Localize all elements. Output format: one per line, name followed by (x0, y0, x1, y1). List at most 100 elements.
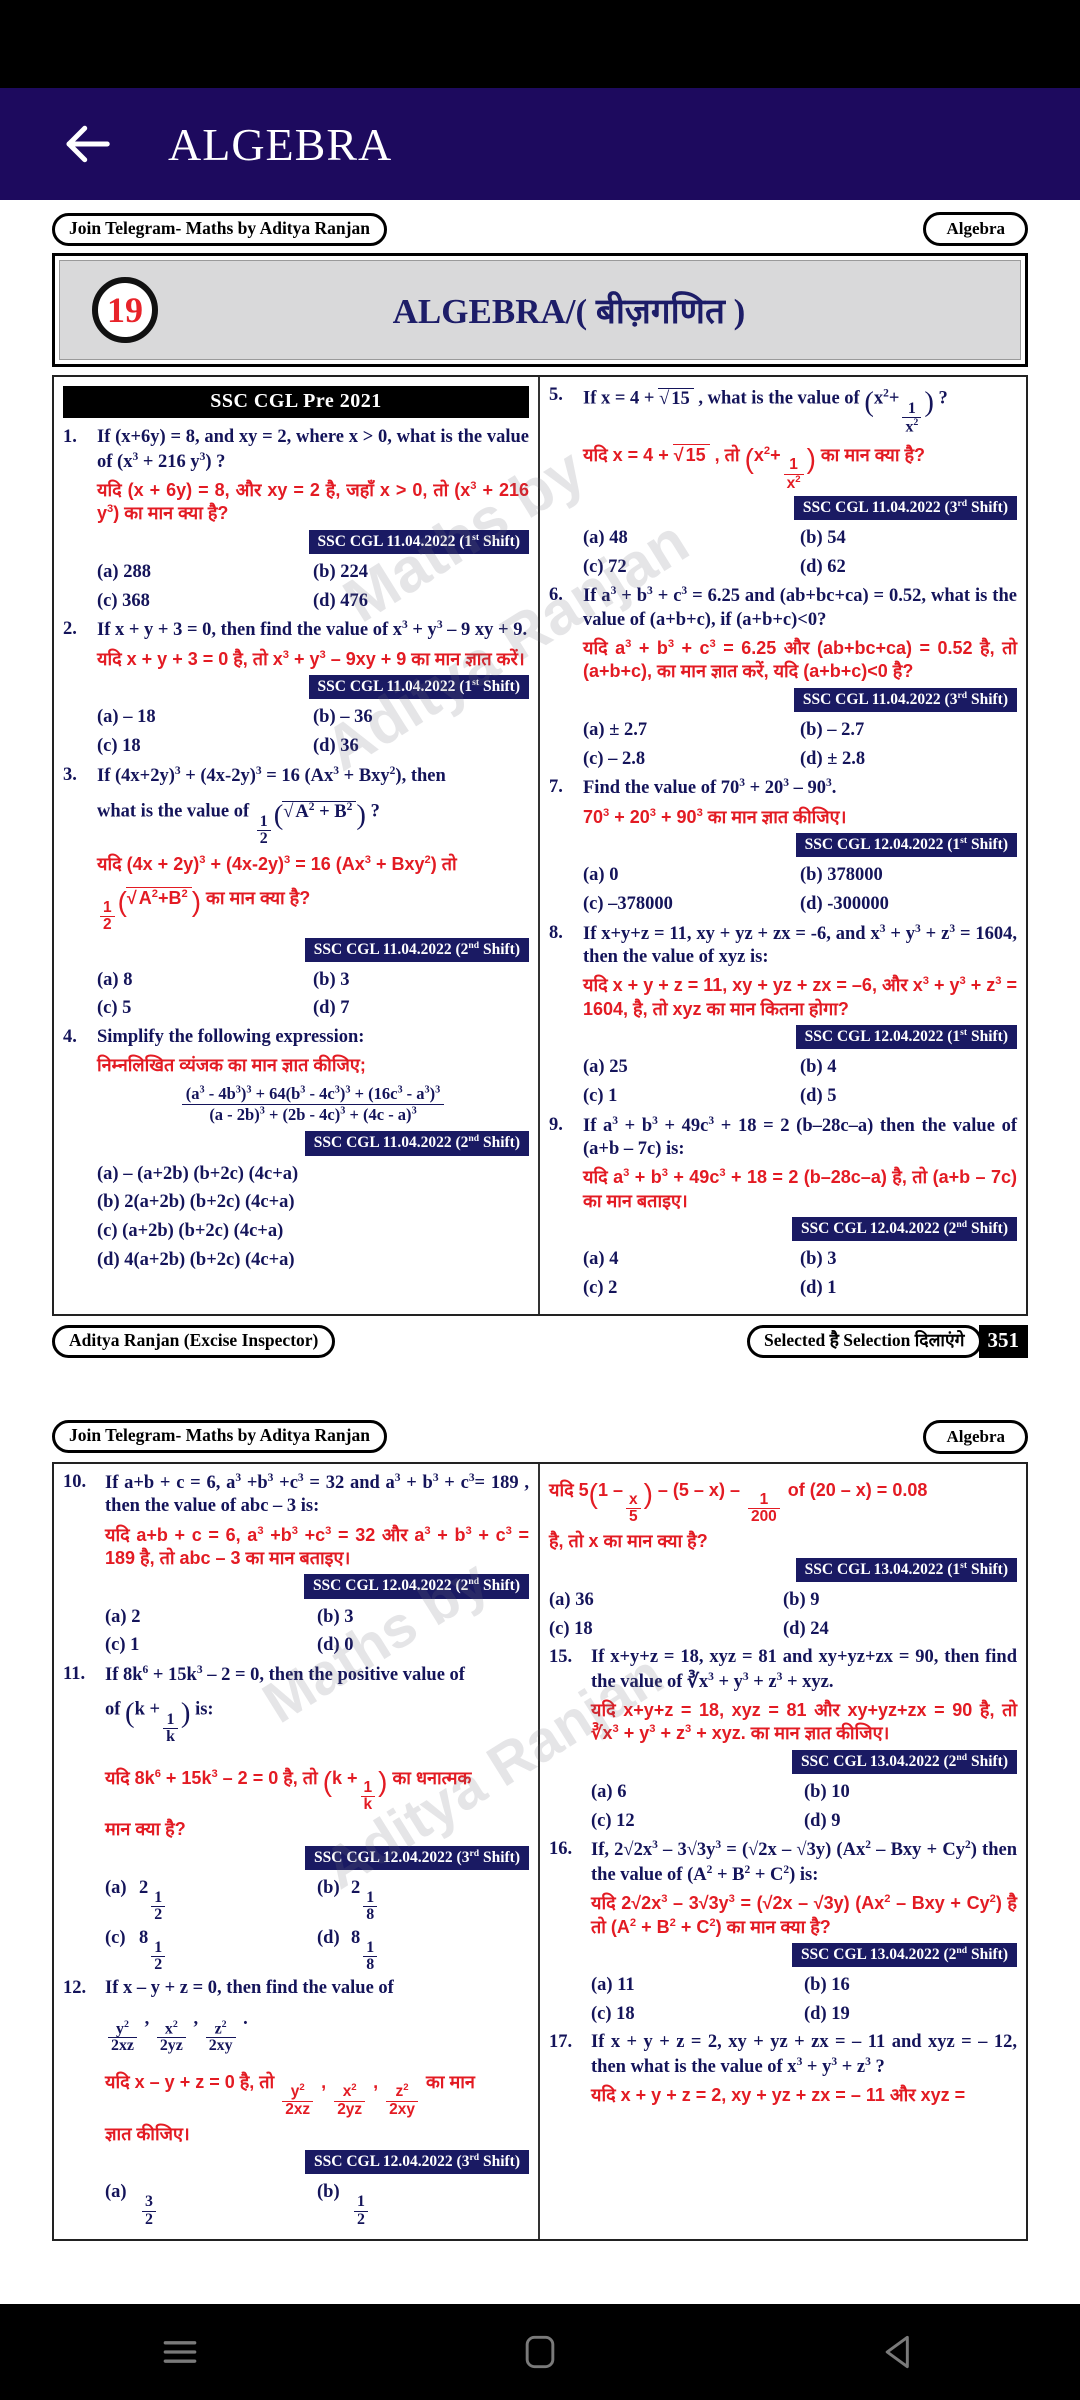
question-item: 4. Simplify the following expression: नि… (63, 1026, 529, 1274)
option-item[interactable]: (b) 54 (800, 524, 1017, 553)
option-item[interactable]: (b) 3 (313, 966, 529, 995)
question-number: 17. (549, 2032, 573, 2053)
option-item[interactable]: (c) 18 (591, 2000, 804, 2029)
option-item[interactable]: (a) 11 (591, 1971, 804, 2000)
option-item[interactable]: (d) 8 1 8 (317, 1924, 529, 1974)
question-text-hi: यदि x = 4 + √ 15 , तो (x2+ 1 x2) का मान क्य… (583, 443, 926, 492)
page-banner-row: Join Telegram- Maths by Aditya Ranjan Al… (52, 212, 1028, 247)
option-item[interactable]: (d) -300000 (800, 890, 1017, 919)
option-item[interactable]: (c) 8 1 2 (105, 1924, 317, 1974)
recents-menu-icon[interactable] (125, 2317, 235, 2387)
question-text-en: If a3 + b3 + c3 = 6.25 and (ab+bc+ca) = … (583, 585, 1017, 630)
option-item[interactable]: (a) 3 2 (105, 2178, 317, 2228)
question-number: 12. (63, 1977, 87, 1998)
left-column: SSC CGL Pre 2021 1. If (x+6y) = 8, and x… (54, 377, 540, 1314)
option-item[interactable]: (c) – 2.8 (583, 745, 800, 774)
option-item[interactable]: (c) 12 (591, 1807, 804, 1836)
back-arrow-icon[interactable] (50, 107, 124, 181)
option-item[interactable]: (d) 19 (804, 2000, 1017, 2029)
option-item[interactable]: (a) 4 (583, 1245, 800, 1274)
option-item[interactable]: (a) 8 (97, 966, 313, 995)
question-text-en-cont: of (k +1 k) is: (105, 1697, 214, 1746)
option-item[interactable]: (d) ± 2.8 (800, 745, 1017, 774)
tagline: Selected है Selection दिलाएंगे (747, 1324, 982, 1358)
telegram-banner[interactable]: Join Telegram- Maths by Aditya Ranjan (52, 1420, 387, 1454)
back-triangle-icon[interactable] (845, 2317, 955, 2387)
option-list: (a) 4 (b) 3 (c) 2 (d) 1 (583, 1245, 1017, 1302)
option-item[interactable]: (c) 1 (105, 1631, 317, 1660)
option-item[interactable]: (d) 0 (317, 1631, 529, 1660)
question-text-en: If x + y + 3 = 0, then find the value of… (97, 619, 528, 641)
page-footer: Aditya Ranjan (Excise Inspector) Selecte… (52, 1324, 1028, 1358)
question-item: 8. If x+y+z = 11, xy + yz + zx = -6, and… (549, 922, 1017, 1111)
option-item[interactable]: (c) 1 (583, 1082, 800, 1111)
option-item[interactable]: (b) 9 (783, 1586, 1017, 1615)
option-item[interactable]: (a) – (a+2b) (b+2c) (4c+a) (97, 1160, 529, 1189)
question-item: 15. If x+y+z = 18, xyz = 81 and xy+yz+zx… (549, 1646, 1017, 1835)
option-item[interactable]: (d) 36 (313, 732, 529, 761)
option-item[interactable]: (d) 5 (800, 1082, 1017, 1111)
question-text-hi: यदि x+y+z = 18, xyz = 81 और xy+yz+zx = 9… (591, 1700, 1017, 1744)
option-item[interactable]: (a) ± 2.7 (583, 716, 800, 745)
option-item[interactable]: (b) 3 (800, 1245, 1017, 1274)
two-column-body: 10. If a+b + c = 6, a3 +b3 +c3 = 32 and … (52, 1461, 1028, 2242)
option-item[interactable]: (a) 288 (97, 558, 313, 587)
option-item[interactable]: (a) 25 (583, 1053, 800, 1082)
option-item[interactable]: (a) 0 (583, 861, 800, 890)
option-item[interactable]: (a) 6 (591, 1778, 804, 1807)
option-item[interactable]: (b) – 2.7 (800, 716, 1017, 745)
option-list: (a) 11 (b) 16 (c) 18 (d) 19 (591, 1971, 1017, 2028)
option-item[interactable]: (b) 378000 (800, 861, 1017, 890)
option-item[interactable]: (c) 18 (97, 732, 313, 761)
right-column: 5. If x = 4 + √ 15 , what is the value of… (540, 377, 1026, 1313)
option-item[interactable]: (c) 2 (583, 1274, 800, 1303)
subject-tag: Algebra (923, 212, 1028, 247)
option-item[interactable]: (b) 2 1 8 (317, 1874, 529, 1924)
question-text-hi: यदि 8k6 + 15k3 – 2 = 0 है, तो (k +1 k) का… (105, 1765, 472, 1814)
option-item[interactable]: (d) 4(a+2b) (b+2c) (4c+a) (97, 1246, 529, 1275)
option-item[interactable]: (c) –378000 (583, 890, 800, 919)
telegram-banner[interactable]: Join Telegram- Maths by Aditya Ranjan (52, 212, 387, 246)
option-list: (a) 8 (b) 3 (c) 5 (d) 7 (97, 966, 529, 1023)
question-text-en: If x+y+z = 11, xy + yz + zx = -6, and x3… (583, 922, 1018, 968)
question-item: 16. If, 2√2x3 – 3√3y3 = (√2x – √3y) (Ax2… (549, 1838, 1017, 2028)
option-item[interactable]: (c) (a+2b) (b+2c) (4c+a) (97, 1217, 529, 1246)
option-item[interactable]: (d) 62 (800, 553, 1017, 582)
document-viewport[interactable]: Maths by Aditya Ranjan Join Telegram- Ma… (0, 200, 1080, 2304)
question-text-hi: यदि 2√2x3 – 3√3y3 = (√2x – √3y) (Ax2 – B… (591, 1893, 1017, 1937)
question-number: 2. (63, 619, 77, 640)
option-item[interactable]: (c) 18 (549, 1615, 783, 1644)
option-item[interactable]: (a) 36 (549, 1586, 783, 1615)
option-item[interactable]: (b) 4 (800, 1053, 1017, 1082)
question-source-tag: SSC CGL 12.04.2022 (1st Shift) (795, 833, 1017, 858)
option-item[interactable]: (a) 2 (105, 1603, 317, 1632)
option-item[interactable]: (b) – 36 (313, 703, 529, 732)
option-item[interactable]: (b) 224 (313, 558, 529, 587)
question-text-hi-cont: है, तो x का मान क्या है? (549, 1531, 708, 1552)
question-item: 2. If x + y + 3 = 0, then find the value… (63, 618, 529, 760)
question-text-en: Find the value of 703 + 203 – 903. (583, 777, 837, 799)
option-item[interactable]: (d) 476 (313, 587, 529, 616)
option-item[interactable]: (b) 10 (804, 1778, 1017, 1807)
question-text-en: If x+y+z = 18, xyz = 81 and xy+yz+zx = 9… (591, 1647, 1017, 1692)
option-item[interactable]: (c) 72 (583, 553, 800, 582)
option-item[interactable]: (a) – 18 (97, 703, 313, 732)
option-item[interactable]: (c) 5 (97, 994, 313, 1023)
option-item[interactable]: (b) 1 2 (317, 2178, 529, 2228)
author-credit: Aditya Ranjan (Excise Inspector) (52, 1324, 336, 1358)
question-text-hi: 703 + 203 + 903 का मान ज्ञात कीजिए। (583, 806, 847, 827)
option-item[interactable]: (b) 16 (804, 1971, 1017, 2000)
option-item[interactable]: (a) 48 (583, 524, 800, 553)
option-item[interactable]: (d) 9 (804, 1807, 1017, 1836)
option-item[interactable]: (a) 2 1 2 (105, 1874, 317, 1924)
option-list: (a) 0 (b) 378000 (c) –378000 (d) -300000 (583, 861, 1017, 918)
question-item: 10. If a+b + c = 6, a3 +b3 +c3 = 32 and … (63, 1471, 529, 1660)
question-source-tag: SSC CGL 11.04.2022 (1st Shift) (308, 529, 529, 554)
option-item[interactable]: (b) 2(a+2b) (b+2c) (4c+a) (97, 1188, 529, 1217)
option-item[interactable]: (d) 1 (800, 1274, 1017, 1303)
option-item[interactable]: (d) 7 (313, 994, 529, 1023)
home-square-icon[interactable] (485, 2317, 595, 2387)
option-item[interactable]: (b) 3 (317, 1603, 529, 1632)
option-item[interactable]: (d) 24 (783, 1615, 1017, 1644)
option-item[interactable]: (c) 368 (97, 587, 313, 616)
